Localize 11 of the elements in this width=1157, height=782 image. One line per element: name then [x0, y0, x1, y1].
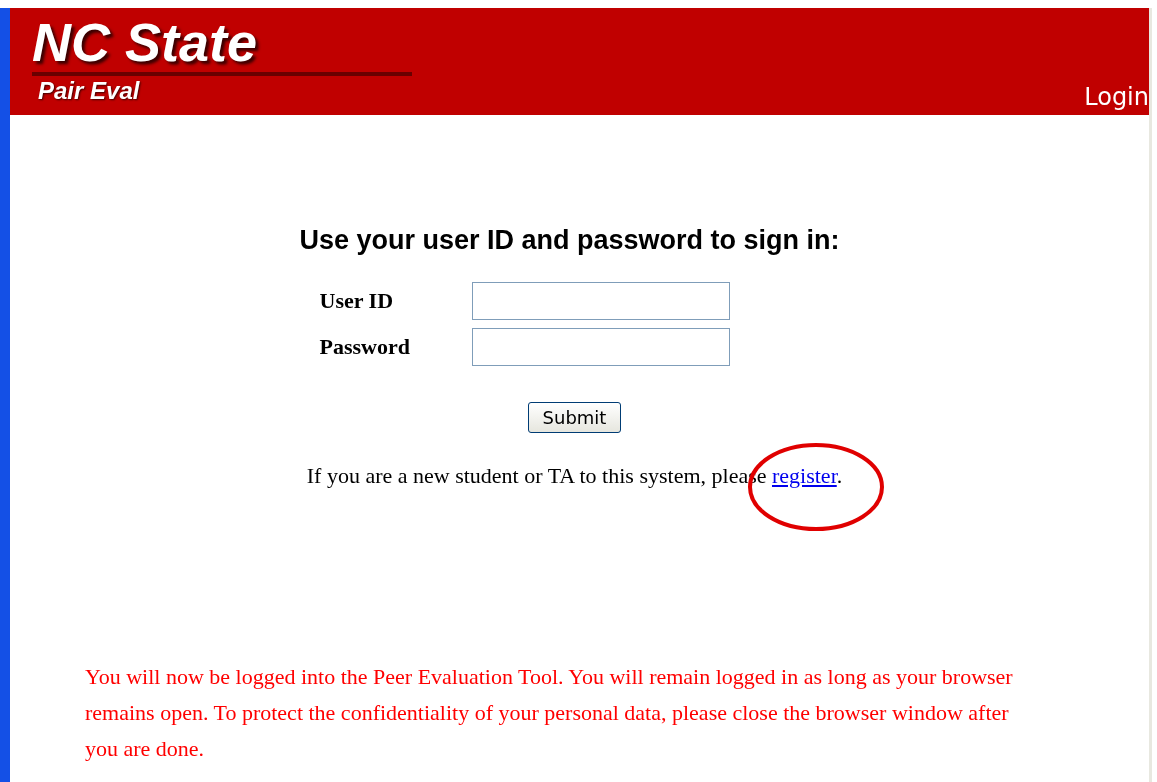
- field-label: User ID: [319, 288, 395, 314]
- input-field[interactable]: [471, 282, 730, 320]
- field-label: Password: [319, 334, 411, 360]
- submit-button[interactable]: Submit: [527, 402, 622, 433]
- logo-subtitle: Pair Eval: [37, 76, 141, 106]
- sign-in-heading: Use your user ID and password to sign in:: [298, 225, 841, 256]
- register-link[interactable]: register: [772, 463, 837, 488]
- notice-text: You will now be logged into the Peer Evaluation Tool. You will remain logged in as long as your browser remains open. To protect the confidentiality of your personal data, please close the browser window after you are done.: [84, 663, 1014, 763]
- logo-title: NC State: [32, 14, 259, 70]
- input-field[interactable]: [471, 328, 730, 366]
- page-title: Login: [1084, 83, 1149, 113]
